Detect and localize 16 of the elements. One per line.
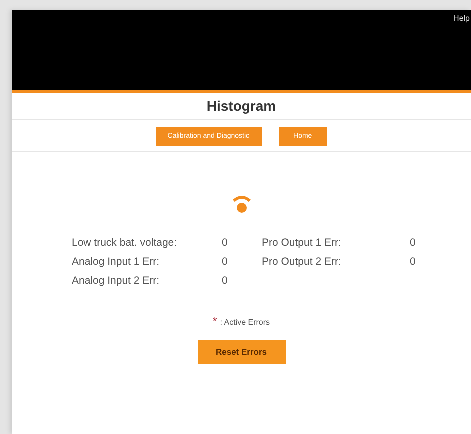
error-count: 0	[222, 256, 229, 268]
error-label: Low truck bat. voltage:	[72, 237, 178, 249]
error-count: 0	[222, 237, 229, 249]
error-label: Analog Input 1 Err:	[72, 256, 161, 268]
reset-errors-button[interactable]: Reset Errors	[198, 340, 286, 364]
error-label: Pro Output 1 Err:	[262, 237, 342, 249]
legend-text: : Active Errors	[220, 318, 270, 326]
error-count: 0	[410, 256, 416, 268]
asterisk-mark: *	[212, 316, 218, 328]
wifi-icon	[232, 195, 252, 215]
error-label: Pro Output 2 Err:	[262, 256, 342, 268]
page-title: Histogram	[206, 98, 276, 114]
help-link[interactable]: Help	[454, 10, 471, 90]
error-count: 0	[410, 237, 416, 249]
error-label: Analog Input 2 Err:	[72, 275, 161, 287]
error-count: 0	[222, 275, 229, 287]
